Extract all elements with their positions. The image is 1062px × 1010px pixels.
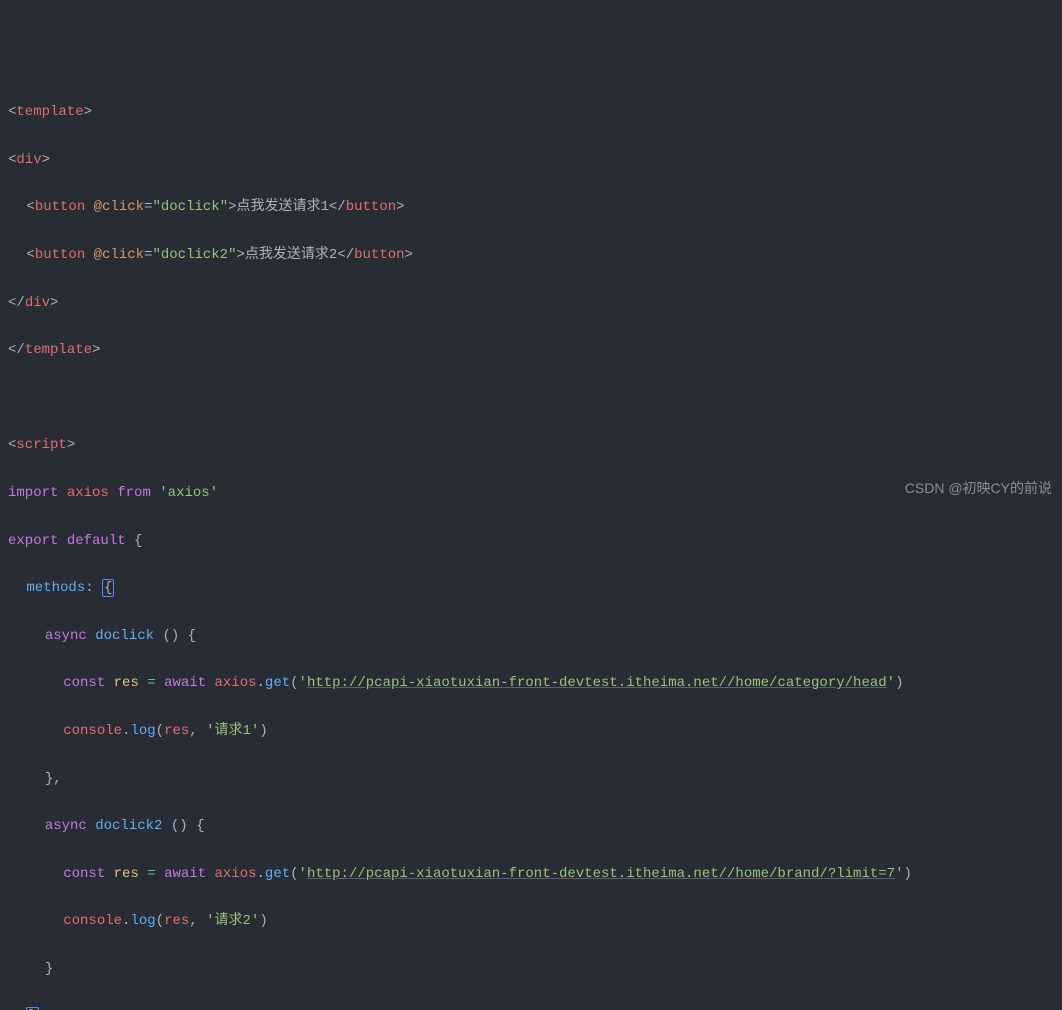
code-line[interactable]: </template> — [8, 339, 1054, 363]
brace-open: { — [102, 579, 114, 597]
code-line[interactable]: <button @click="doclick">点我发送请求1</button… — [8, 196, 1054, 220]
code-line[interactable]: } — [8, 958, 1054, 982]
brace-close: } — [26, 1007, 38, 1010]
code-line[interactable]: <button @click="doclick2">点我发送请求2</butto… — [8, 244, 1054, 268]
code-line[interactable]: const res = await axios.get('http://pcap… — [8, 863, 1054, 887]
code-line[interactable]: console.log(res, '请求1') — [8, 720, 1054, 744]
code-line[interactable]: <script> — [8, 434, 1054, 458]
code-line[interactable]: console.log(res, '请求2') — [8, 910, 1054, 934]
code-line[interactable]: } — [8, 1005, 1054, 1010]
code-line[interactable]: const res = await axios.get('http://pcap… — [8, 672, 1054, 696]
code-line[interactable]: }, — [8, 768, 1054, 792]
code-line[interactable]: export default { — [8, 530, 1054, 554]
code-line[interactable]: methods: { — [8, 577, 1054, 601]
code-line[interactable]: async doclick () { — [8, 625, 1054, 649]
code-editor[interactable]: { "code": { "template_open": "template",… — [0, 0, 1062, 505]
code-line[interactable]: async doclick2 () { — [8, 815, 1054, 839]
code-line[interactable]: <div> — [8, 149, 1054, 173]
code-line[interactable] — [8, 387, 1054, 411]
code-line[interactable]: import axios from 'axios' — [8, 482, 1054, 506]
code-line[interactable]: <template> — [8, 101, 1054, 125]
code-line[interactable]: </div> — [8, 292, 1054, 316]
